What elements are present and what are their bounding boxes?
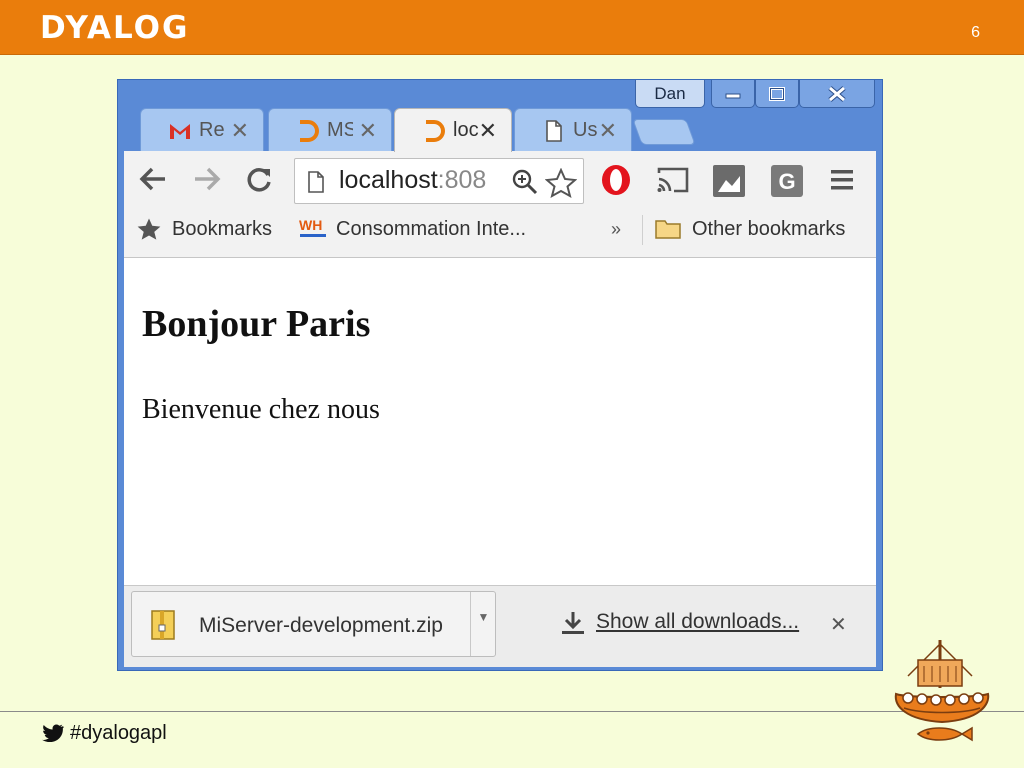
tab-title: MS <box>327 119 353 141</box>
tab-title: Us <box>573 119 598 141</box>
footer-divider <box>0 711 1024 712</box>
image-extension-icon <box>713 165 745 197</box>
zip-file-icon <box>151 610 175 640</box>
tab-title: loc <box>453 119 479 141</box>
bookmarks-folder[interactable]: Bookmarks <box>136 213 272 245</box>
close-download-shelf-icon[interactable]: ✕ <box>830 612 847 637</box>
header-divider <box>0 54 1024 55</box>
wh-favicon-icon: WH <box>299 217 326 237</box>
tab-close-icon[interactable]: ✕ <box>599 118 617 144</box>
g-extension-button[interactable]: G <box>770 164 804 198</box>
opera-icon <box>602 165 630 195</box>
download-file-name: MiServer-development.zip <box>199 614 443 637</box>
slide-header: DYALOG 6 <box>0 0 1024 54</box>
dyalog-logo: DYALOG <box>40 10 190 46</box>
gmail-icon <box>167 118 193 144</box>
download-icon <box>562 612 584 634</box>
hamburger-menu-icon <box>831 170 853 190</box>
tab-title: Re <box>199 119 225 141</box>
page-icon <box>308 171 324 193</box>
caret-down-icon: ▼ <box>477 610 490 624</box>
other-bookmarks-label: Other bookmarks <box>692 217 846 240</box>
new-tab-button[interactable] <box>632 119 696 145</box>
hashtag-text: #dyalogapl <box>70 721 167 744</box>
folder-icon <box>655 220 681 239</box>
twitter-bird-icon <box>42 724 64 742</box>
other-bookmarks[interactable]: Other bookmarks <box>654 213 845 245</box>
reload-button[interactable] <box>244 165 274 193</box>
download-item[interactable]: MiServer-development.zip ▼ <box>131 591 496 657</box>
reload-icon <box>247 168 271 192</box>
screenshot-extension-button[interactable] <box>712 164 746 198</box>
maximize-button[interactable] <box>755 80 799 108</box>
viking-ship-logo <box>894 640 990 742</box>
browser-toolbar: localhost:808 G Bookmarks WH Consommatio… <box>124 151 876 258</box>
window-close-button[interactable] <box>799 80 875 108</box>
footer-hashtag: #dyalogapl <box>42 720 167 746</box>
address-bar[interactable]: localhost:808 <box>294 158 584 204</box>
close-icon <box>828 85 846 102</box>
dyalog-icon <box>421 118 447 144</box>
svg-text:WH: WH <box>299 217 322 233</box>
tab-us[interactable]: Us ✕ <box>514 108 632 152</box>
opera-extension-button[interactable] <box>600 163 632 197</box>
bookmark-label: Consommation Inte... <box>336 217 527 240</box>
back-arrow-icon <box>139 167 165 191</box>
minimize-button[interactable] <box>711 80 755 108</box>
bookmarks-label: Bookmarks <box>172 217 273 240</box>
forward-arrow-icon <box>195 167 221 191</box>
tab-localhost[interactable]: loc ✕ <box>394 108 512 152</box>
page-heading: Bonjour Paris <box>142 303 371 345</box>
page-icon <box>541 118 567 144</box>
bookmark-star-icon[interactable] <box>545 168 577 198</box>
browser-window: Dan Re ✕ MS ✕ loc ✕ Us ✕ <box>117 79 883 671</box>
forward-button[interactable] <box>192 165 222 193</box>
tab-close-icon[interactable]: ✕ <box>231 118 249 144</box>
back-button[interactable] <box>138 165 168 193</box>
bookmarks-overflow[interactable]: » <box>611 213 621 245</box>
tab-gmail[interactable]: Re ✕ <box>140 108 264 152</box>
page-paragraph: Bienvenue chez nous <box>142 394 380 425</box>
tab-close-icon[interactable]: ✕ <box>359 118 377 144</box>
url-text[interactable]: localhost:808 <box>339 166 486 195</box>
dyalog-icon <box>295 118 321 144</box>
cast-icon <box>657 167 689 193</box>
download-shelf: MiServer-development.zip ▼ Show all down… <box>124 585 876 667</box>
menu-button[interactable] <box>830 169 854 191</box>
maximize-icon <box>769 86 785 101</box>
page-number: 6 <box>971 24 980 41</box>
bookmark-consommation[interactable]: WH Consommation Inte... <box>298 213 526 245</box>
g-extension-icon: G <box>771 165 803 197</box>
cast-button[interactable] <box>656 167 690 193</box>
tab-close-icon[interactable]: ✕ <box>479 118 497 144</box>
page-content: Bonjour Paris Bienvenue chez nous <box>124 258 876 585</box>
download-options-button[interactable]: ▼ <box>470 592 496 656</box>
profile-button[interactable]: Dan <box>635 80 705 108</box>
tab-miserver[interactable]: MS ✕ <box>268 108 392 152</box>
svg-text:G: G <box>778 169 795 194</box>
minimize-icon <box>725 93 741 98</box>
show-all-downloads-link[interactable]: Show all downloads... <box>596 610 799 634</box>
star-icon <box>137 218 161 240</box>
bookmarks-divider <box>642 215 643 245</box>
zoom-icon[interactable] <box>511 168 539 196</box>
